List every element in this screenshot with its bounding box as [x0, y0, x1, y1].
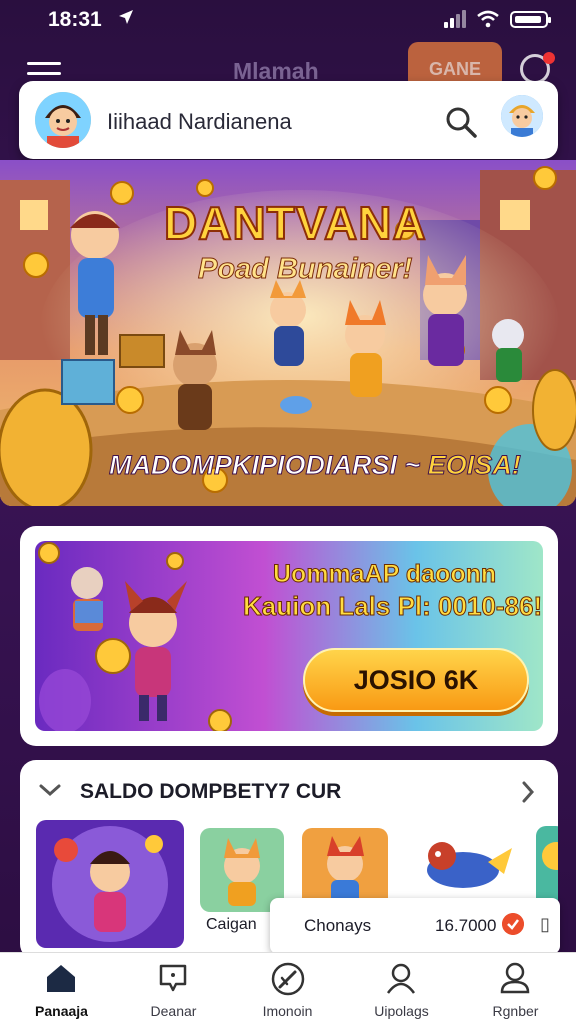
- status-icons: [444, 10, 551, 28]
- popup-value: 16.7000: [435, 916, 497, 935]
- search-card[interactable]: Iiihaad Nardianena: [19, 81, 558, 159]
- user-icon: [386, 963, 416, 994]
- balance-popup[interactable]: Chonays 16.7000 ▯: [270, 898, 560, 954]
- game-tile[interactable]: [408, 822, 518, 902]
- tab-label: Rgnber: [492, 1003, 539, 1019]
- signal-icon: [444, 10, 466, 28]
- profile-icon: [500, 962, 530, 994]
- hero-caption: MADOMPKIPIODIARSI ~ EOISA!: [108, 450, 521, 481]
- tab-label: Deanar: [150, 1003, 197, 1019]
- popup-close-icon[interactable]: ▯: [540, 914, 550, 935]
- tab-explore[interactable]: Imonoin: [230, 953, 345, 1025]
- game-tile[interactable]: [36, 820, 184, 948]
- chevron-right-icon[interactable]: [520, 780, 536, 804]
- popup-name: Chonays: [304, 916, 372, 935]
- promo-subheadline: Kauion Lals Pl: 0010-86!!: [243, 591, 543, 622]
- tab-bar: Panaaja Deanar Imonoin Uipolags Rgnber: [0, 952, 576, 1025]
- section-title: SALDO DOMPBETY7 CUR: [80, 780, 342, 803]
- status-bar: 18:31: [0, 0, 576, 40]
- tab-label: Uipolags: [374, 1003, 429, 1019]
- search-input[interactable]: Iiihaad Nardianena: [107, 109, 292, 135]
- avatar[interactable]: [35, 92, 91, 148]
- tab-label: Panaaja: [35, 1003, 88, 1019]
- promo-banner[interactable]: UommaAP daoonn Kauion Lals Pl: 0010-86!!…: [35, 541, 543, 731]
- status-time: 18:31: [48, 8, 102, 31]
- tab-messages[interactable]: Deanar: [116, 953, 231, 1025]
- hero-subtitle: Poad Bunainer!: [197, 253, 413, 286]
- tab-label: Imonoin: [262, 1003, 313, 1019]
- hero-title: DANTVANA: [163, 196, 427, 250]
- wifi-icon: [477, 10, 499, 28]
- tab-home[interactable]: Panaaja: [4, 953, 119, 1025]
- promo-headline: UommaAP daoonn: [272, 560, 497, 589]
- game-tile-label: Caigan: [206, 916, 257, 933]
- profile-avatar[interactable]: [501, 95, 543, 137]
- check-badge-icon: [502, 913, 524, 935]
- compass-icon: [271, 962, 305, 996]
- hero-caption-accent: EOISA!: [427, 450, 521, 481]
- chevron-down-icon[interactable]: [38, 782, 62, 798]
- promo-cta-button[interactable]: JOSIO 6K: [303, 648, 529, 712]
- tab-users[interactable]: Uipolags: [344, 953, 459, 1025]
- navigation-arrow-icon: [119, 10, 133, 24]
- search-icon[interactable]: [444, 105, 478, 139]
- promo-card: UommaAP daoonn Kauion Lals Pl: 0010-86!!…: [20, 526, 558, 746]
- battery-icon: [510, 10, 551, 28]
- speech-bubble-icon: [159, 964, 187, 992]
- hero-banner[interactable]: DANTVANA Poad Bunainer! MADOMPKIPIODIARS…: [0, 160, 576, 506]
- tab-profile[interactable]: Rgnber: [458, 953, 573, 1025]
- notification-badge: [543, 52, 555, 64]
- hero-caption-main: MADOMPKIPIODIARSI ~: [108, 450, 421, 481]
- home-icon: [47, 965, 75, 992]
